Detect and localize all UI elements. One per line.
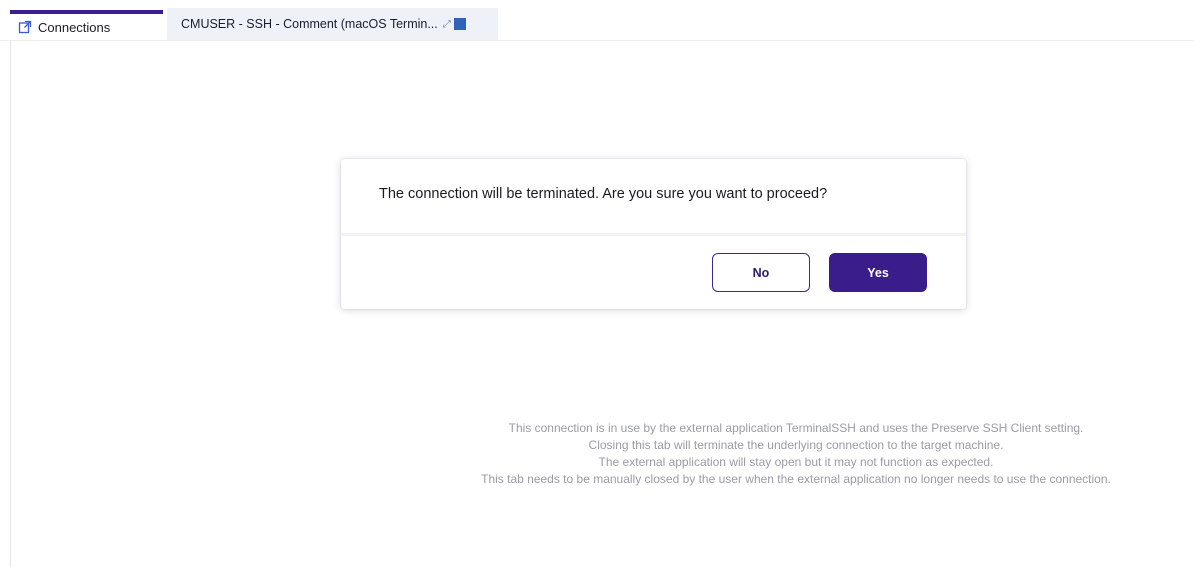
tab-session-label: CMUSER - SSH - Comment (macOS Termin... [181, 17, 438, 31]
open-external-icon [18, 20, 32, 34]
tab-ssh-session[interactable]: CMUSER - SSH - Comment (macOS Termin... … [167, 8, 498, 40]
yes-button[interactable]: Yes [829, 253, 927, 292]
external-app-info: This connection is in use by the externa… [400, 420, 1192, 488]
confirm-terminate-dialog: The connection will be terminated. Are y… [341, 159, 966, 309]
app-root: Connections CMUSER - SSH - Comment (macO… [0, 0, 1194, 567]
close-tab-icon[interactable] [453, 18, 466, 30]
info-line: This tab needs to be manually closed by … [481, 472, 1111, 486]
dialog-message: The connection will be terminated. Are y… [379, 186, 828, 202]
no-button[interactable]: No [712, 253, 810, 292]
info-line: The external application will stay open … [598, 455, 994, 469]
tab-connections[interactable]: Connections [10, 10, 163, 40]
tab-connections-label: Connections [38, 19, 111, 35]
content-left-border [10, 40, 11, 567]
tab-bar: Connections CMUSER - SSH - Comment (macO… [0, 0, 1194, 41]
dialog-divider [341, 233, 966, 236]
info-line: This connection is in use by the externa… [508, 421, 1084, 435]
external-link-icon: ⤢ [442, 18, 451, 30]
info-line: Closing this tab will terminate the unde… [588, 438, 1004, 452]
